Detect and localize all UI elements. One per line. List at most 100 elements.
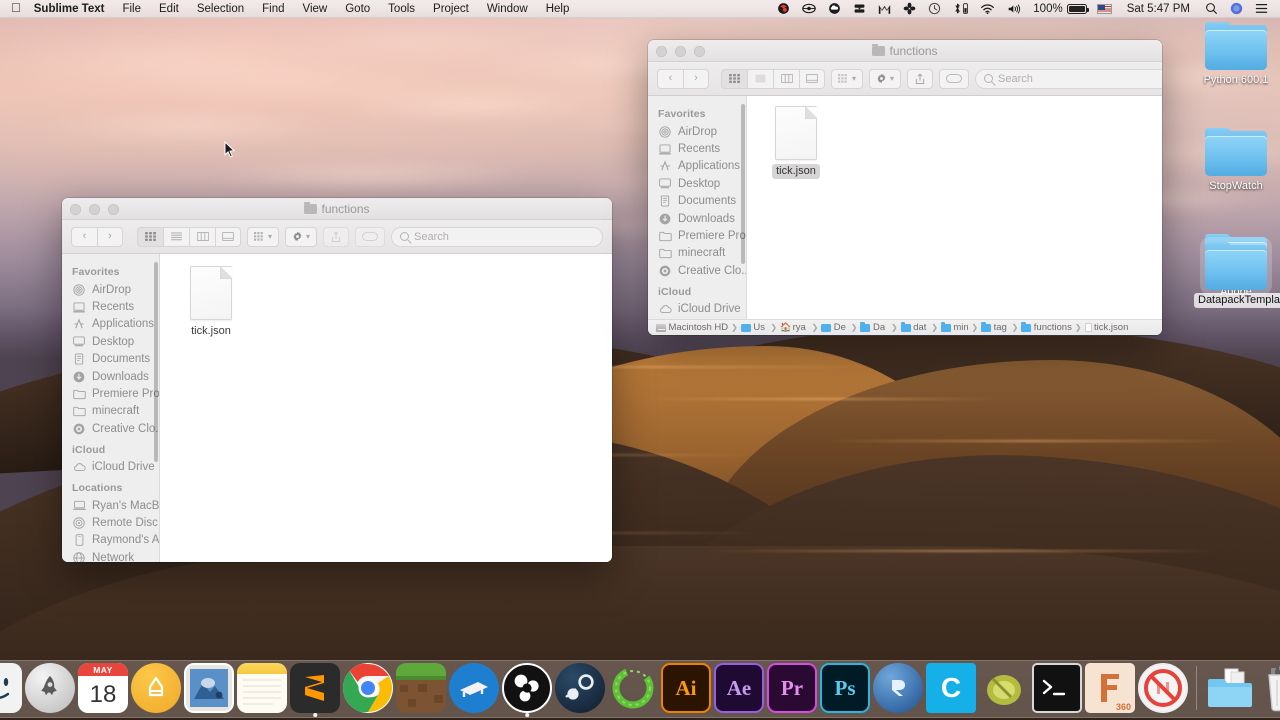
- menu-item-goto[interactable]: Goto: [336, 0, 379, 18]
- back-button[interactable]: ‹: [657, 69, 683, 89]
- dock-item-fusion360[interactable]: 360: [1085, 663, 1135, 713]
- back-button[interactable]: ‹: [71, 227, 97, 247]
- dock-item-chrome[interactable]: [343, 663, 393, 713]
- menu-item-view[interactable]: View: [294, 0, 337, 18]
- search-icon[interactable]: [1199, 0, 1224, 18]
- dock-item-photoshop[interactable]: Ps: [820, 663, 870, 713]
- sidebar-item-airdrop[interactable]: AirDrop: [648, 123, 746, 140]
- share-icon[interactable]: [323, 227, 349, 247]
- sidebar-item-icloud-drive[interactable]: iCloud Drive: [62, 459, 159, 476]
- dock-item-finder[interactable]: [0, 663, 22, 713]
- titlebar[interactable]: functions: [648, 40, 1162, 62]
- menu-item-edit[interactable]: Edit: [150, 0, 188, 18]
- sidebar-item-desktop[interactable]: Desktop: [648, 175, 746, 192]
- dock-item-trash[interactable]: [1258, 663, 1280, 713]
- gear-icon[interactable]: ▾: [869, 69, 901, 89]
- time-machine-icon[interactable]: [922, 0, 947, 18]
- cloud-icon[interactable]: [822, 0, 847, 18]
- dock-item-mail[interactable]: [184, 663, 234, 713]
- dock-item-downloads-stack[interactable]: [1205, 663, 1255, 713]
- dock-item-obs[interactable]: [502, 663, 552, 713]
- sidebar-scrollbar[interactable]: [741, 104, 745, 264]
- dock-item-after-effects[interactable]: Ae: [714, 663, 764, 713]
- menu-bar-clock[interactable]: Sat 5:47 PM: [1118, 3, 1199, 15]
- finder-sidebar[interactable]: Favorites AirDrop Recents Applications D…: [62, 254, 160, 562]
- path-segment-home[interactable]: 🏠 rya: [780, 322, 809, 333]
- sidebar-item-creative-cloud[interactable]: Creative Clo...: [62, 420, 159, 437]
- path-segment-macintosh-hd[interactable]: Macintosh HD: [656, 322, 728, 333]
- sidebar-item-airdrop[interactable]: AirDrop: [62, 281, 159, 298]
- menu-item-window[interactable]: Window: [478, 0, 537, 18]
- list-view-icon[interactable]: [747, 69, 773, 89]
- gallery-view-icon[interactable]: [799, 69, 825, 89]
- search-input[interactable]: Search: [975, 69, 1162, 89]
- gear-icon[interactable]: ▾: [285, 227, 317, 247]
- menu-item-find[interactable]: Find: [253, 0, 293, 18]
- wifi-icon[interactable]: [974, 0, 1001, 18]
- dock-item-rhino[interactable]: [873, 663, 923, 713]
- list-view-icon[interactable]: [163, 227, 189, 247]
- sidebar-item-downloads[interactable]: Downloads: [62, 368, 159, 385]
- sidebar-item-documents[interactable]: Documents: [62, 351, 159, 368]
- sidebar-item-desktop[interactable]: Desktop: [62, 333, 159, 350]
- menu-item-selection[interactable]: Selection: [188, 0, 253, 18]
- finder-sidebar[interactable]: Favorites AirDrop Recents Applications D…: [648, 96, 747, 319]
- file-item-tick-json[interactable]: tick.json: [176, 266, 246, 339]
- file-grid[interactable]: tick.json: [747, 96, 1162, 319]
- column-view-icon[interactable]: [773, 69, 799, 89]
- dock-item-terminal[interactable]: [1032, 663, 1082, 713]
- share-icon[interactable]: [907, 69, 933, 89]
- gallery-view-icon[interactable]: [215, 227, 241, 247]
- menu-item-tools[interactable]: Tools: [379, 0, 424, 18]
- icon-view-icon[interactable]: [721, 69, 747, 89]
- path-segment-datapack[interactable]: Da: [860, 322, 888, 333]
- sidebar-item-premiere-pro[interactable]: Premiere Pro: [62, 385, 159, 402]
- notification-center-icon[interactable]: [1249, 0, 1274, 18]
- sidebar-item-icloud-drive[interactable]: iCloud Drive: [648, 301, 746, 318]
- finder-window-back[interactable]: functions ‹ › ▾ ▾ Search Favorites AirDr…: [62, 198, 612, 562]
- dock-item-multimc[interactable]: [449, 663, 499, 713]
- apple-logo-icon[interactable]: : [0, 1, 32, 14]
- dock-item-cura[interactable]: C: [926, 663, 976, 713]
- path-segment-desktop[interactable]: De: [821, 322, 848, 333]
- menu-item-help[interactable]: Help: [537, 0, 579, 18]
- sidebar-item-raymonds-airpods[interactable]: Raymond's A...: [62, 532, 159, 549]
- sidebar-item-downloads[interactable]: Downloads: [648, 210, 746, 227]
- dock-item-blender[interactable]: [979, 663, 1029, 713]
- sidebar-item-recents[interactable]: Recents: [648, 140, 746, 157]
- sidebar-item-creative-cloud[interactable]: Creative Clo...: [648, 262, 746, 279]
- forward-button[interactable]: ›: [683, 69, 709, 89]
- desktop-icon-python[interactable]: Python 600.1: [1194, 22, 1278, 88]
- dock-item-premiere-pro[interactable]: Pr: [767, 663, 817, 713]
- dock-item-cleanmymac[interactable]: [131, 663, 181, 713]
- volume-icon[interactable]: [1001, 0, 1028, 18]
- tag-icon[interactable]: [939, 69, 969, 89]
- sidebar-scrollbar[interactable]: [154, 262, 158, 462]
- path-segment-data[interactable]: dat: [901, 322, 929, 333]
- sidebar-item-remote-disc[interactable]: Remote Disc: [62, 514, 159, 531]
- dock-item-launchpad[interactable]: [25, 663, 75, 713]
- column-view-icon[interactable]: [189, 227, 215, 247]
- path-segment-functions[interactable]: functions: [1021, 322, 1072, 333]
- arrange-group-icon[interactable]: ▾: [247, 227, 279, 247]
- icon-view-icon[interactable]: [137, 227, 163, 247]
- menu-item-file[interactable]: File: [113, 0, 150, 18]
- dock-item-cinema4d[interactable]: [608, 663, 658, 713]
- shade-icon[interactable]: [796, 0, 822, 18]
- bluetooth-icon[interactable]: [947, 0, 974, 18]
- search-input[interactable]: Search: [391, 227, 603, 247]
- sidebar-item-applications[interactable]: Applications: [648, 158, 746, 175]
- dock-item-sublime-text[interactable]: [290, 663, 340, 713]
- path-segment-users[interactable]: Us: [741, 322, 768, 333]
- input-source-flag-icon[interactable]: [1091, 0, 1118, 18]
- sidebar-item-minecraft[interactable]: minecraft: [62, 403, 159, 420]
- path-segment-minecraft[interactable]: min: [941, 322, 969, 333]
- menu-item-project[interactable]: Project: [424, 0, 478, 18]
- forward-button[interactable]: ›: [97, 227, 123, 247]
- sidebar-item-premiere-pro[interactable]: Premiere Pro: [648, 227, 746, 244]
- battery-icon[interactable]: [1067, 4, 1087, 14]
- dropbox-icon[interactable]: [771, 0, 796, 18]
- file-item-tick-json[interactable]: tick.json: [761, 106, 831, 179]
- mailbird-icon[interactable]: [872, 0, 897, 18]
- dock-item-news[interactable]: [1138, 663, 1188, 713]
